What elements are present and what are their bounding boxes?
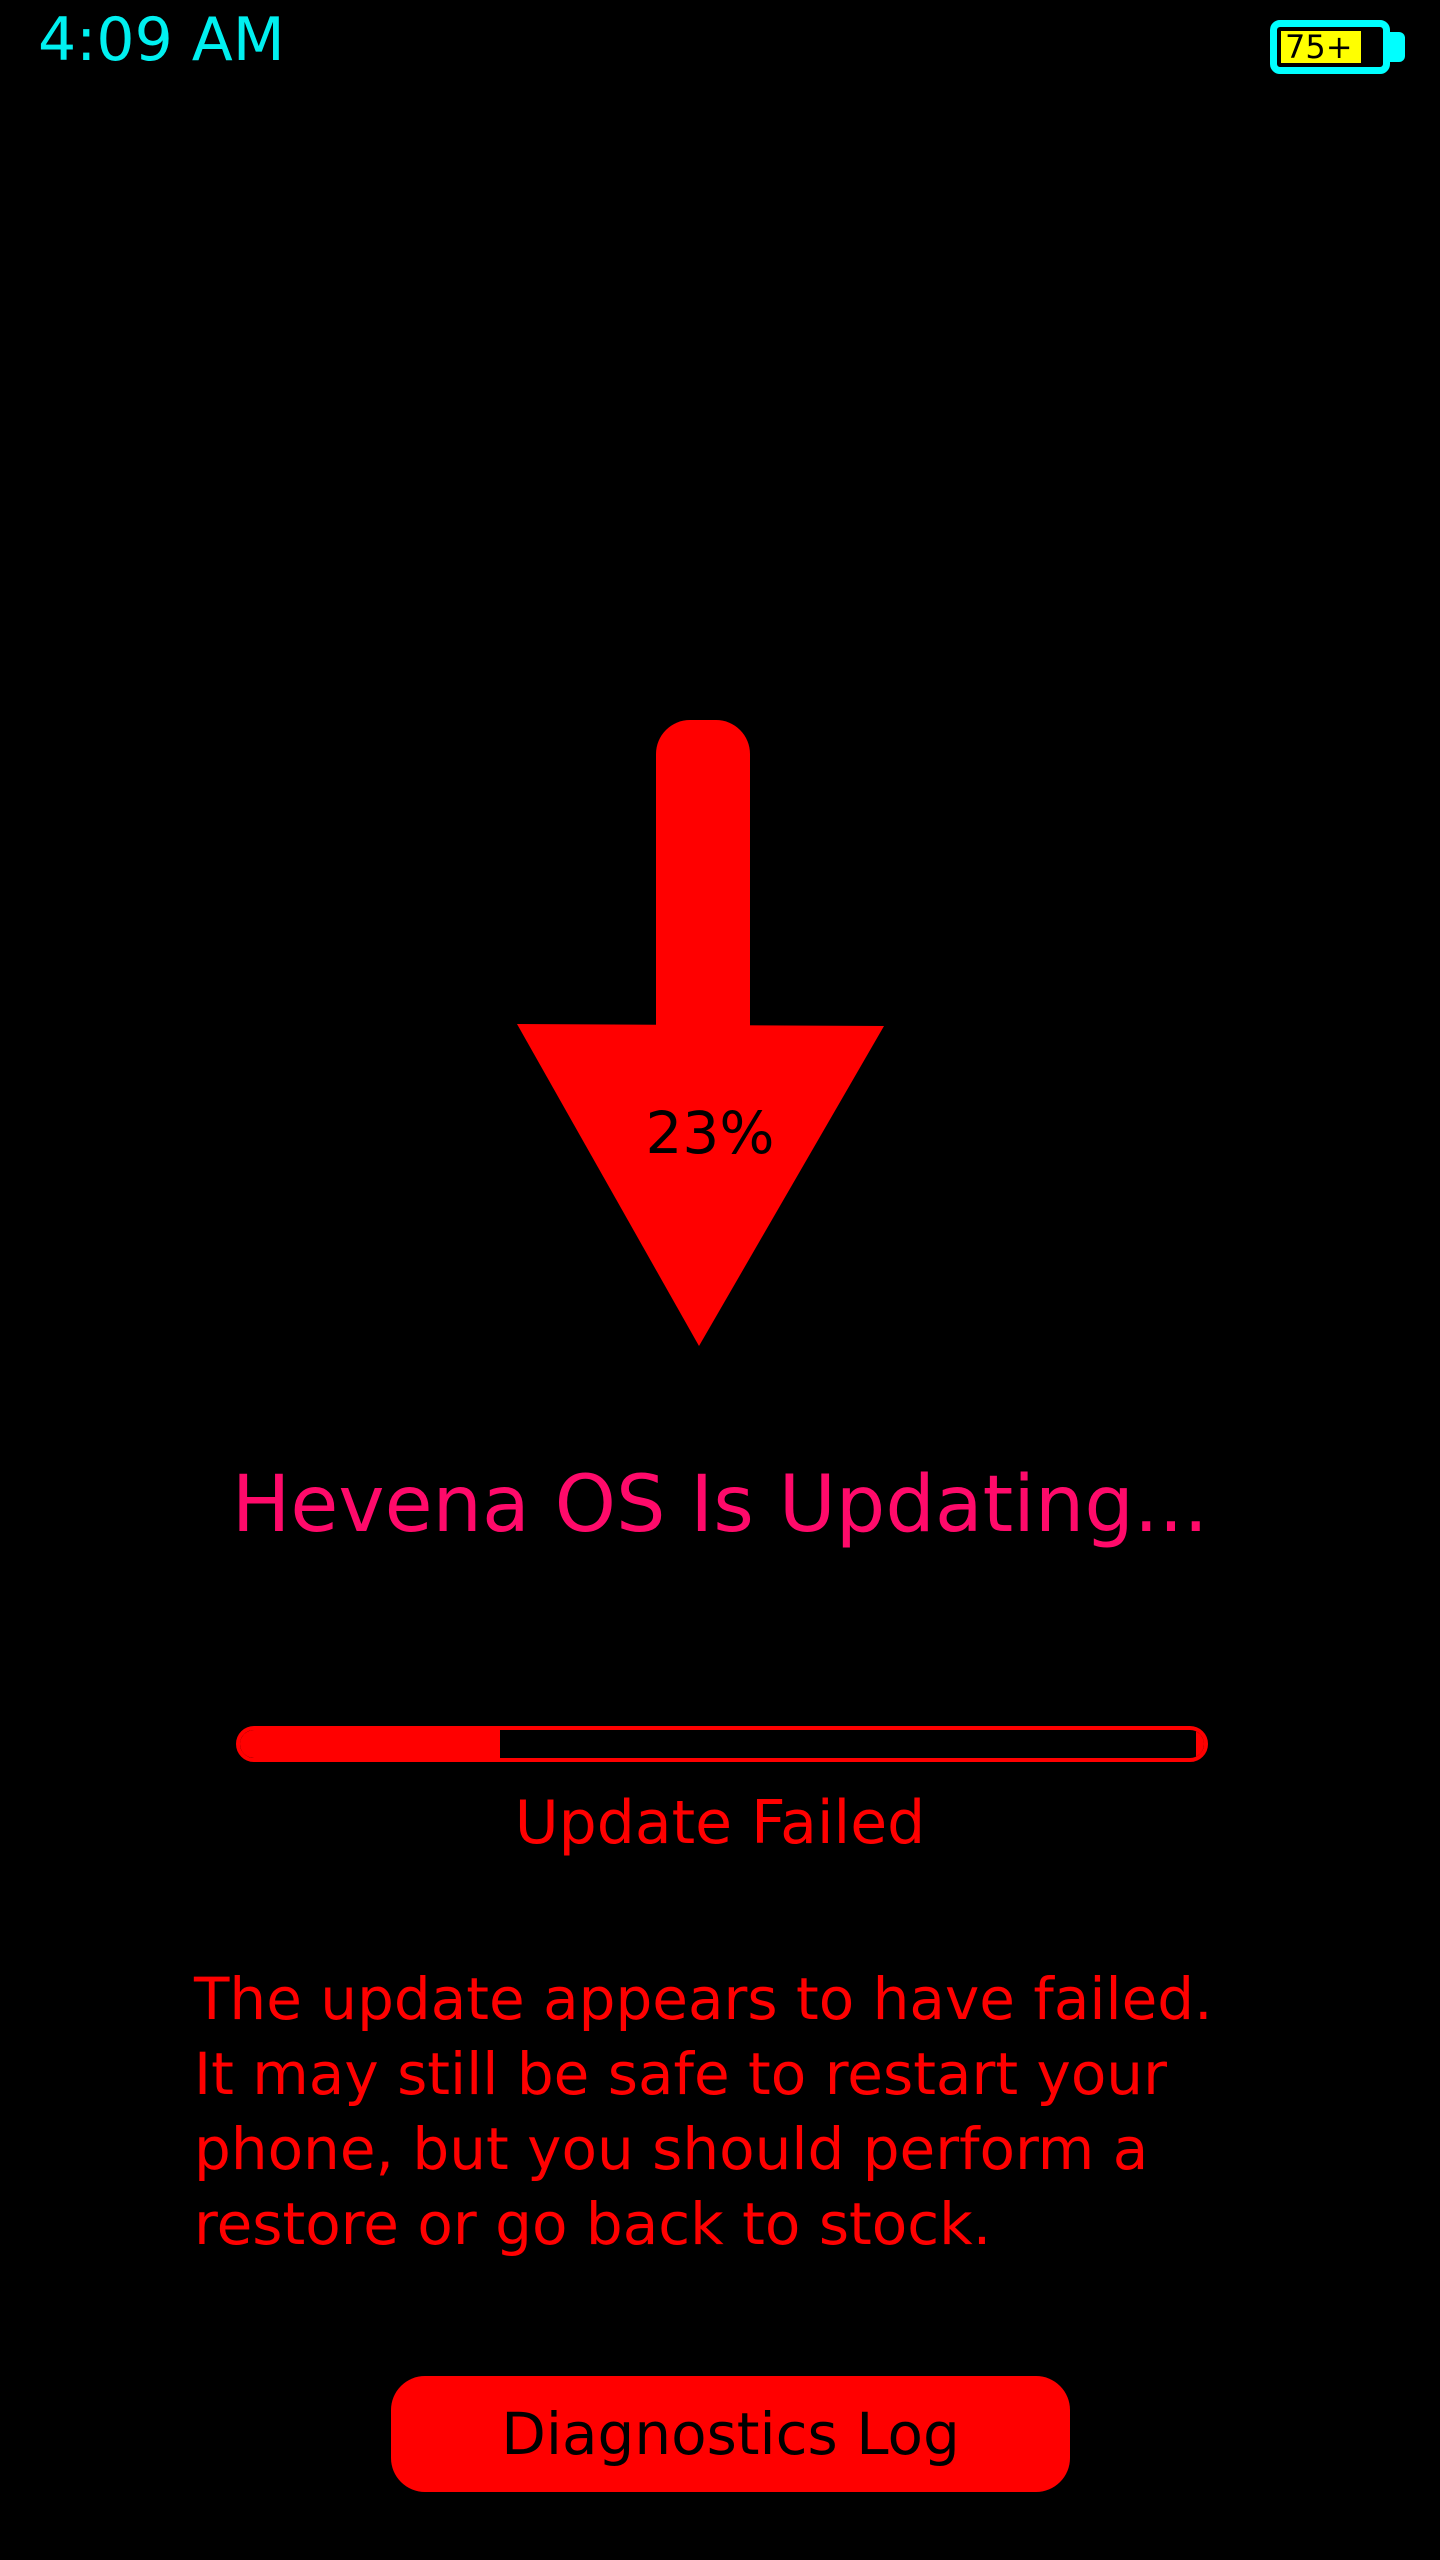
arrow-shaft: [656, 720, 750, 1060]
progress-end-cap: [1196, 1730, 1204, 1758]
update-percent-label: 23%: [645, 1099, 775, 1167]
update-progress-fill: [240, 1730, 501, 1758]
update-progress-bar: [236, 1726, 1208, 1762]
message-line: The update appears to have failed.: [194, 1965, 1213, 2033]
update-failure-message: The update appears to have failed. It ma…: [194, 1962, 1294, 2262]
message-line: It may still be safe to restart your: [194, 2040, 1167, 2108]
arrow-head: [517, 1024, 884, 1346]
update-status: Update Failed: [514, 1788, 926, 1858]
update-title: Hevena OS Is Updating...: [231, 1460, 1209, 1550]
diagnostics-log-button[interactable]: Diagnostics Log: [391, 2376, 1070, 2492]
download-arrow-icon: [517, 720, 884, 1346]
message-line: phone, but you should perform a: [194, 2115, 1149, 2183]
message-line: restore or go back to stock.: [194, 2190, 992, 2258]
